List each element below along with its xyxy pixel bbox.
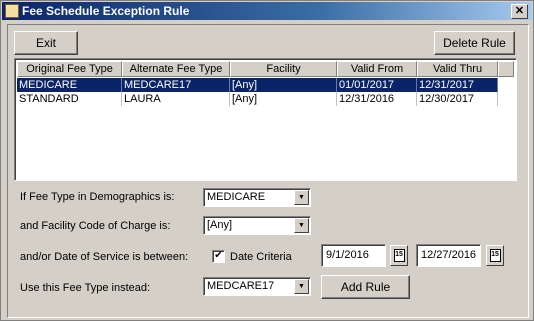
app-icon [5, 4, 19, 18]
column-header-valid-thru[interactable]: Valid Thru [417, 61, 498, 77]
facility-label: and Facility Code of Charge is: [20, 220, 171, 232]
calendar-icon: 15 [489, 249, 501, 262]
title-bar: Fee Schedule Exception Rule ✕ [2, 2, 532, 20]
cell-original-fee-type: STANDARD [17, 92, 122, 106]
calendar-icon: 15 [393, 249, 405, 262]
cell-valid-from: 12/31/2016 [337, 92, 417, 106]
exit-button[interactable]: Exit [14, 31, 78, 55]
facility-select[interactable]: [Any] ▼ [203, 216, 311, 235]
use-fee-type-label: Use this Fee Type instead: [20, 282, 151, 294]
use-fee-type-select[interactable]: MEDCARE17 ▼ [203, 277, 311, 296]
column-header-facility[interactable]: Facility [230, 61, 337, 77]
use-fee-type-value: MEDCARE17 [207, 280, 275, 292]
fee-type-label: If Fee Type in Demographics is: [20, 191, 175, 203]
fee-type-value: MEDICARE [207, 191, 266, 203]
date-from-input[interactable]: 9/1/2016 [321, 244, 386, 267]
chevron-down-icon[interactable]: ▼ [294, 279, 309, 294]
rules-grid[interactable]: Original Fee Type Alternate Fee Type Fac… [14, 58, 517, 181]
chevron-down-icon[interactable]: ▼ [294, 218, 309, 233]
date-criteria-checkbox[interactable]: ✔ [212, 250, 225, 263]
column-header-filler [498, 61, 514, 77]
column-header-valid-from[interactable]: Valid From [337, 61, 417, 77]
cell-original-fee-type: MEDICARE [17, 78, 122, 92]
cell-alternate-fee-type: LAURA [122, 92, 230, 106]
delete-rule-button[interactable]: Delete Rule [434, 31, 515, 55]
date-criteria-label: Date Criteria [230, 251, 292, 263]
close-icon[interactable]: ✕ [511, 4, 528, 19]
window-title: Fee Schedule Exception Rule [22, 4, 190, 18]
fee-type-select[interactable]: MEDICARE ▼ [203, 188, 311, 207]
date-to-calendar-button[interactable]: 15 [486, 245, 504, 266]
add-rule-button[interactable]: Add Rule [321, 275, 410, 299]
cell-facility: [Any] [230, 92, 337, 106]
date-from-calendar-button[interactable]: 15 [390, 245, 408, 266]
cell-valid-thru: 12/30/2017 [417, 92, 498, 106]
date-of-service-label: and/or Date of Service is between: [20, 251, 189, 263]
cell-alternate-fee-type: MEDCARE17 [122, 78, 230, 92]
date-to-input[interactable]: 12/27/2016 [416, 244, 481, 267]
cell-valid-from: 01/01/2017 [337, 78, 417, 92]
cell-valid-thru: 12/31/2017 [417, 78, 498, 92]
table-row[interactable]: MEDICARE MEDCARE17 [Any] 01/01/2017 12/3… [17, 78, 498, 92]
fee-schedule-exception-window: Fee Schedule Exception Rule ✕ Exit Delet… [0, 0, 534, 321]
column-header-original-fee-type[interactable]: Original Fee Type [17, 61, 122, 77]
column-header-alternate-fee-type[interactable]: Alternate Fee Type [122, 61, 230, 77]
table-row[interactable]: STANDARD LAURA [Any] 12/31/2016 12/30/20… [17, 92, 498, 106]
facility-value: [Any] [207, 219, 233, 231]
chevron-down-icon[interactable]: ▼ [294, 190, 309, 205]
cell-facility: [Any] [230, 78, 337, 92]
